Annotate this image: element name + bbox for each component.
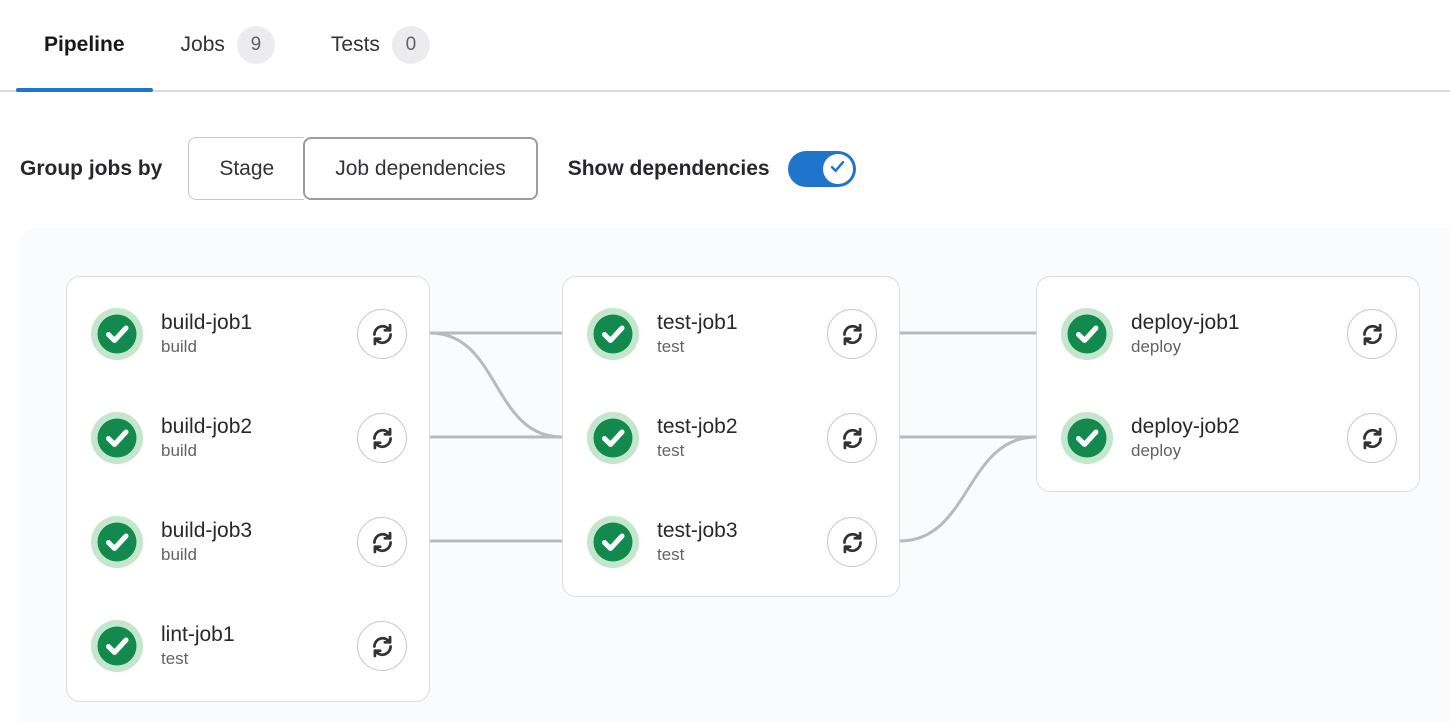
pipeline-page: Pipeline Jobs 9 Tests 0 Group jobs by St… [0,0,1450,722]
status-success-icon [1061,412,1113,464]
retry-arrows-icon [839,425,866,452]
status-success-icon [587,516,639,568]
job-link[interactable]: build-job1 [161,310,252,336]
retry-button[interactable] [357,621,407,671]
edge-test-job3-deploy-job2 [900,437,1036,541]
job-stage-label: deploy [1131,336,1240,358]
retry-arrows-icon [1359,321,1386,348]
job-stage-label: build [161,440,252,462]
job-group-deploy: deploy-job1 deploy deploy-job2 deploy [1036,276,1420,492]
status-success-icon [91,412,143,464]
job-row: deploy-job2 deploy [1037,386,1419,490]
retry-button[interactable] [827,517,877,567]
job-row: build-job2 build [67,386,429,490]
tab-tests-label: Tests [331,33,380,57]
job-stage-label: deploy [1131,440,1240,462]
jobs-count-badge: 9 [237,26,275,64]
job-row: test-job1 test [563,282,899,386]
status-success-icon [1061,308,1113,360]
status-success-icon [587,412,639,464]
retry-button[interactable] [357,309,407,359]
tab-jobs[interactable]: Jobs 9 [153,0,303,90]
job-link[interactable]: deploy-job2 [1131,414,1240,440]
tab-pipeline-label: Pipeline [44,33,125,57]
job-link[interactable]: test-job2 [657,414,738,440]
status-success-icon [91,620,143,672]
job-stage-label: build [161,336,252,358]
job-stage-label: build [161,544,252,566]
retry-arrows-icon [839,321,866,348]
tab-tests[interactable]: Tests 0 [303,0,458,90]
job-link[interactable]: deploy-job1 [1131,310,1240,336]
retry-button[interactable] [1347,413,1397,463]
graph-controls: Group jobs by Stage Job dependencies Sho… [20,137,1450,200]
edge-build-job1-test-job2 [430,333,562,437]
retry-arrows-icon [1359,425,1386,452]
job-stage-label: test [657,440,738,462]
job-link[interactable]: test-job1 [657,310,738,336]
group-jobs-by-label: Group jobs by [20,157,162,181]
pipeline-tabs: Pipeline Jobs 9 Tests 0 [0,0,1450,92]
retry-arrows-icon [369,529,396,556]
job-stage-label: test [657,336,738,358]
job-row: build-job3 build [67,490,429,594]
retry-button[interactable] [827,309,877,359]
retry-button[interactable] [357,413,407,463]
job-link[interactable]: build-job3 [161,518,252,544]
retry-arrows-icon [369,425,396,452]
retry-arrows-icon [839,529,866,556]
job-row: test-job3 test [563,490,899,594]
job-group-build: build-job1 build build-job2 build [66,276,430,702]
retry-button[interactable] [827,413,877,463]
status-success-icon [91,516,143,568]
pipeline-graph-panel: build-job1 build build-job2 build [20,228,1450,722]
check-icon [828,157,847,181]
group-jobs-by-segmented: Stage Job dependencies [188,137,537,200]
show-dependencies-label: Show dependencies [568,157,770,181]
job-row: test-job2 test [563,386,899,490]
job-link[interactable]: build-job2 [161,414,252,440]
status-success-icon [91,308,143,360]
retry-button[interactable] [357,517,407,567]
tests-count-badge: 0 [392,26,430,64]
job-row: build-job1 build [67,282,429,386]
show-dependencies-toggle[interactable] [788,151,856,187]
toggle-knob [823,154,853,184]
job-link[interactable]: lint-job1 [161,622,235,648]
job-stage-label: test [161,648,235,670]
retry-arrows-icon [369,321,396,348]
job-group-test: test-job1 test test-job2 test [562,276,900,597]
status-success-icon [587,308,639,360]
retry-button[interactable] [1347,309,1397,359]
tab-jobs-label: Jobs [181,33,225,57]
job-row: lint-job1 test [67,594,429,698]
tab-pipeline[interactable]: Pipeline [16,0,153,90]
job-row: deploy-job1 deploy [1037,282,1419,386]
group-by-job-dependencies-button[interactable]: Job dependencies [303,137,537,200]
job-link[interactable]: test-job3 [657,518,738,544]
job-stage-label: test [657,544,738,566]
retry-arrows-icon [369,633,396,660]
group-by-stage-button[interactable]: Stage [188,137,304,200]
